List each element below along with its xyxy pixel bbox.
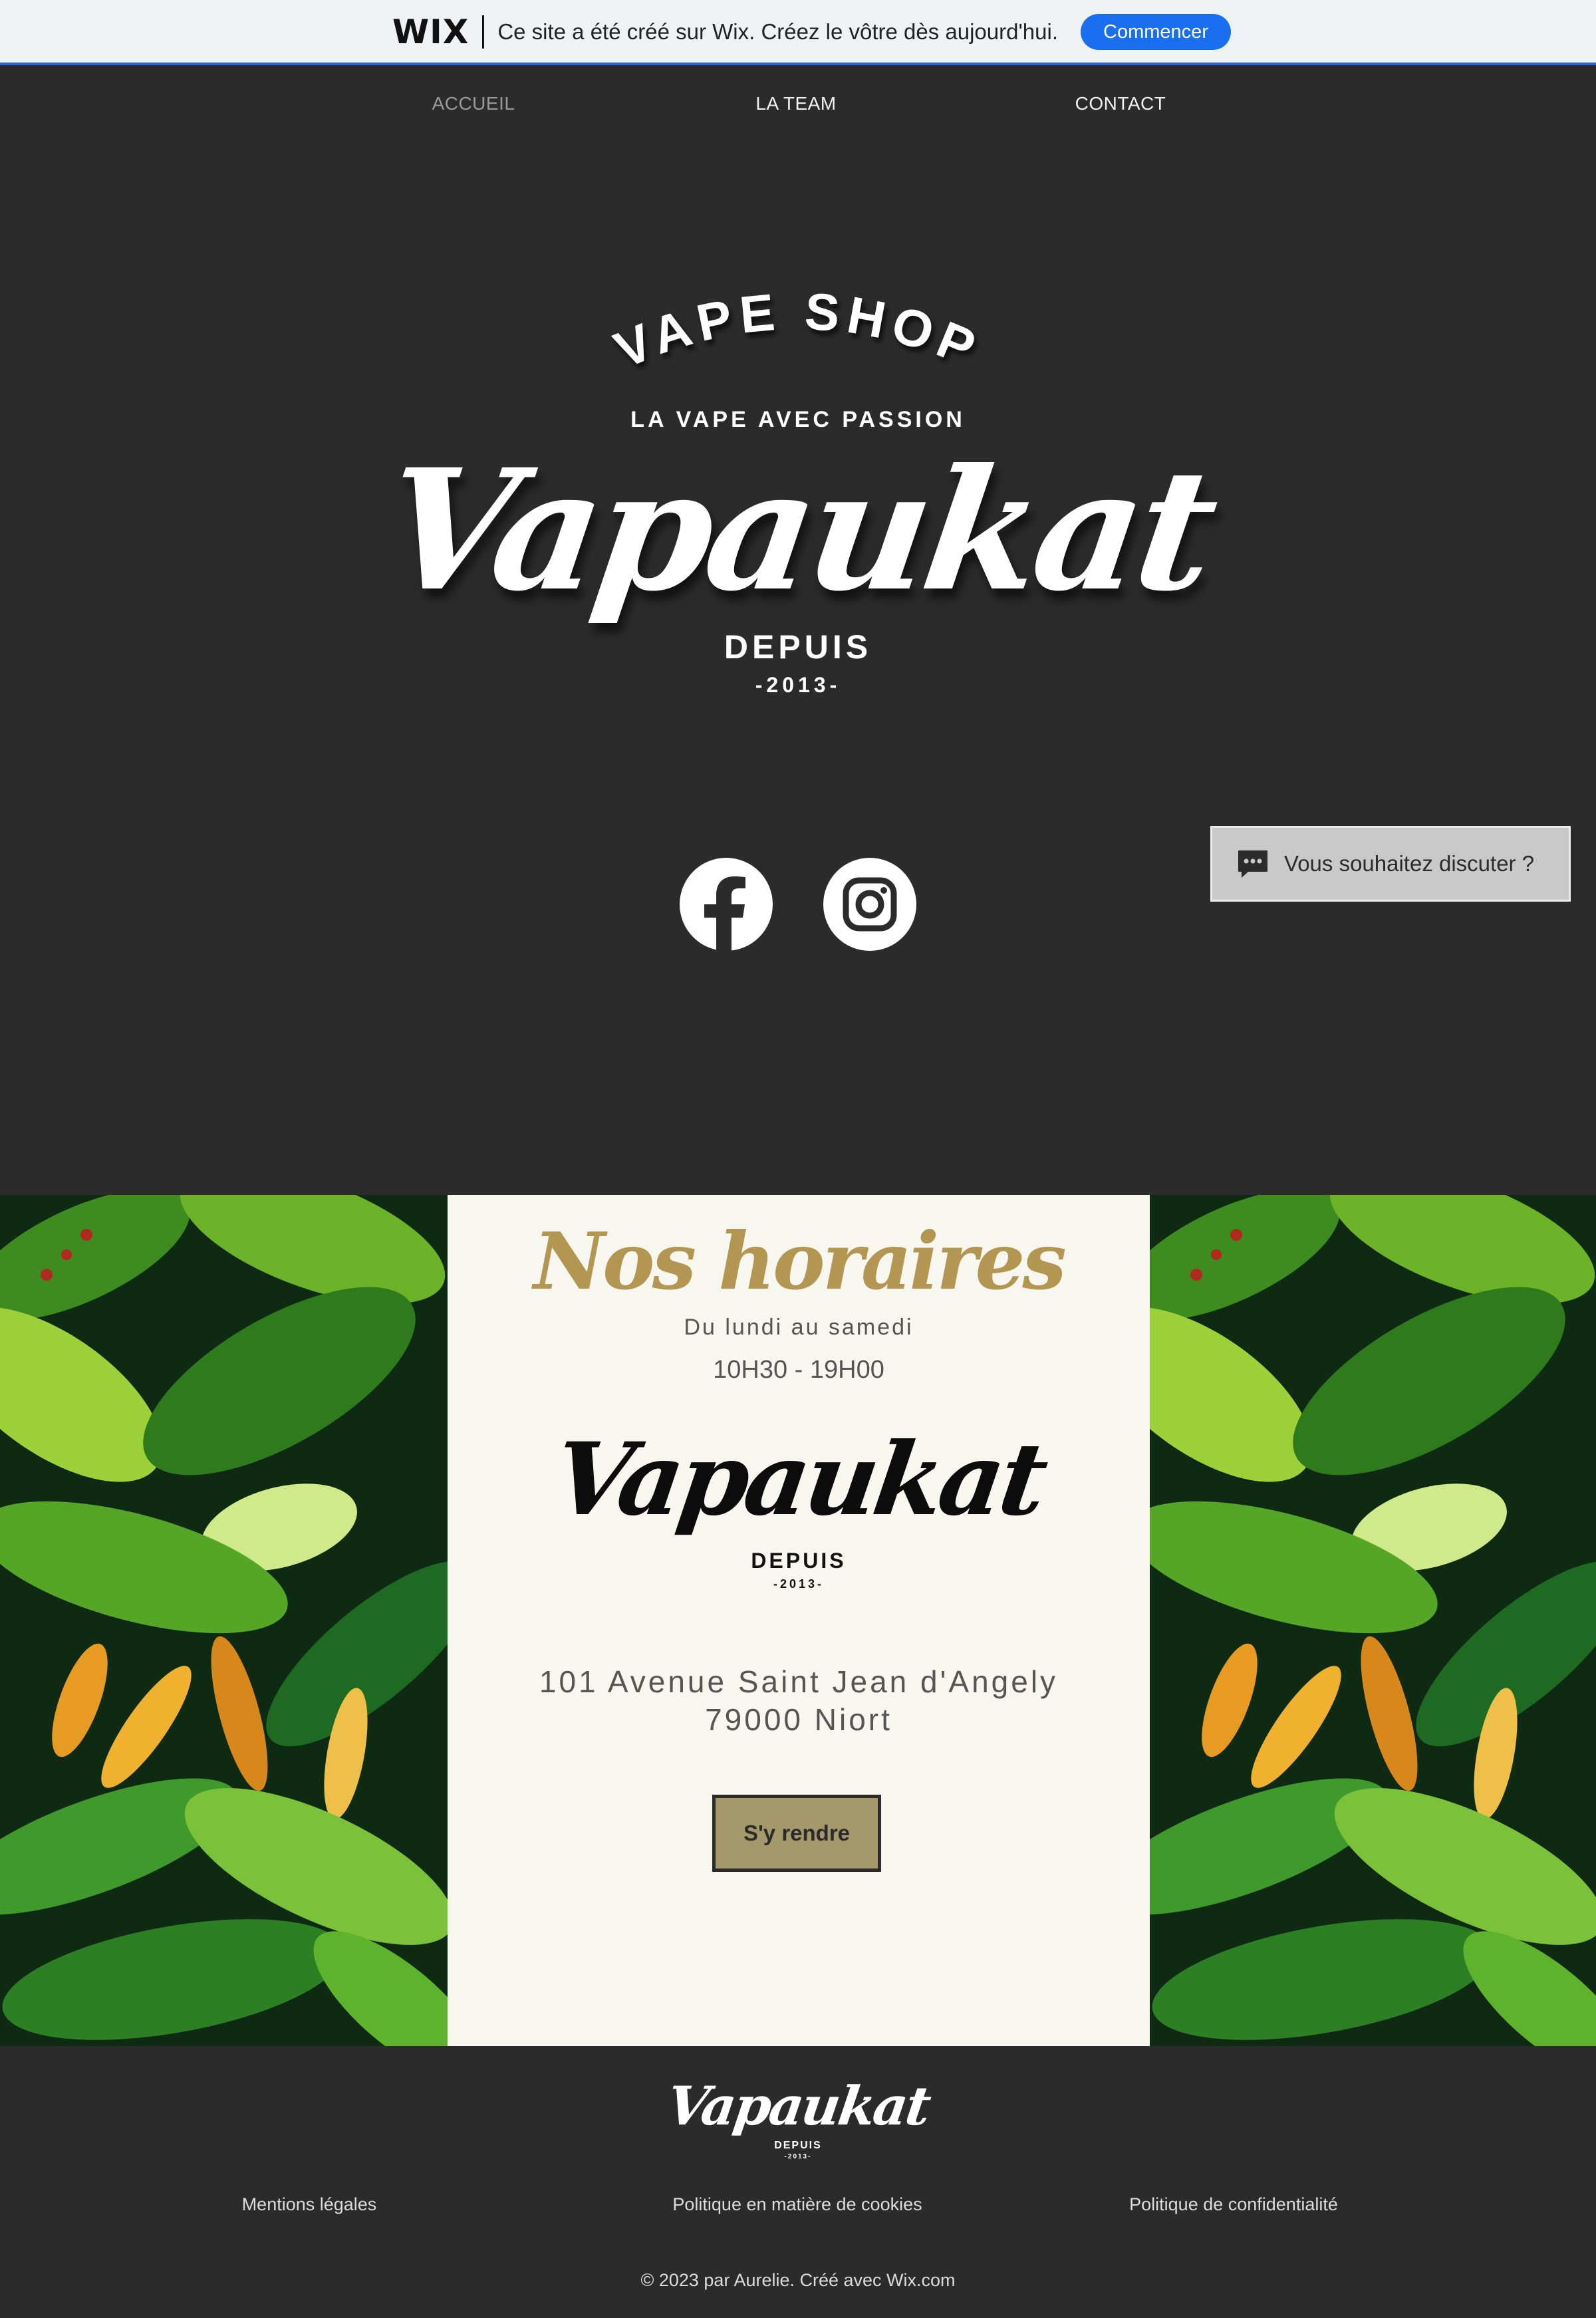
directions-button[interactable]: S'y rendre	[712, 1795, 881, 1872]
wix-banner-content: WIX Ce site a été créé sur Wix. Créez le…	[392, 12, 1231, 52]
wix-divider	[482, 15, 485, 49]
start-button[interactable]: Commencer	[1081, 14, 1231, 50]
instagram-link[interactable]	[823, 858, 916, 951]
legal-notice-link[interactable]: Mentions légales	[242, 2194, 377, 2215]
nav-item-la-team[interactable]: LA TEAM	[755, 93, 836, 114]
chat-widget[interactable]: Vous souhaitez discuter ?	[1210, 826, 1571, 902]
wix-banner: WIX Ce site a été créé sur Wix. Créez le…	[0, 0, 1596, 65]
hero-since: DEPUIS	[724, 628, 872, 666]
hero-year: -2013-	[755, 673, 841, 697]
wix-logo[interactable]: WIX	[392, 13, 469, 51]
nav-item-contact[interactable]: CONTACT	[1075, 93, 1166, 114]
tropical-leaves-right	[1150, 1195, 1596, 2046]
facebook-link[interactable]	[680, 858, 773, 951]
main-nav: ACCUEIL LA TEAM CONTACT	[0, 93, 1596, 122]
address-line-2: 79000 Niort	[705, 1702, 892, 1737]
wix-banner-message: Ce site a été créé sur Wix. Créez le vôt…	[497, 19, 1058, 44]
facebook-icon	[704, 876, 745, 951]
address-line-1: 101 Avenue Saint Jean d'Angely	[539, 1664, 1059, 1699]
hours-title: Nos horaires	[533, 1215, 1067, 1307]
panel-year: -2013-	[773, 1577, 825, 1591]
cookie-policy-link[interactable]: Politique en matière de cookies	[672, 2194, 922, 2215]
chat-bubble-icon	[1238, 850, 1267, 878]
nav-item-accueil[interactable]: ACCUEIL	[432, 93, 515, 114]
vape-shop-text: VAPE SHOP	[606, 281, 983, 379]
hero-brand-logo: Vapaukat	[372, 432, 1224, 628]
hours-section: Nos horaires Du lundi au samedi 10H30 - …	[0, 1195, 1596, 2046]
tropical-leaves-left	[0, 1195, 448, 2046]
panel-since: DEPUIS	[751, 1549, 847, 1573]
chat-label: Vous souhaitez discuter ?	[1284, 851, 1535, 876]
privacy-policy-link[interactable]: Politique de confidentialité	[1129, 2194, 1338, 2215]
footer-year: -2013-	[784, 2153, 812, 2160]
hours-time: 10H30 - 19H00	[713, 1356, 884, 1384]
instagram-icon	[843, 877, 897, 932]
copyright: © 2023 par Aurelie. Créé avec Wix.com	[640, 2270, 956, 2290]
svg-text:VAPE SHOP: VAPE SHOP	[606, 281, 990, 379]
vape-shop-arc-text: VAPE SHOP	[606, 281, 990, 379]
hours-panel: Nos horaires Du lundi au samedi 10H30 - …	[448, 1195, 1150, 2046]
panel-brand-logo: Vapaukat	[546, 1421, 1051, 1538]
hours-days: Du lundi au samedi	[684, 1315, 914, 1340]
footer-since: DEPUIS	[774, 2140, 822, 2151]
footer-brand-logo: Vapaukat	[663, 2075, 933, 2137]
hero-tagline: LA VAPE AVEC PASSION	[630, 407, 966, 432]
